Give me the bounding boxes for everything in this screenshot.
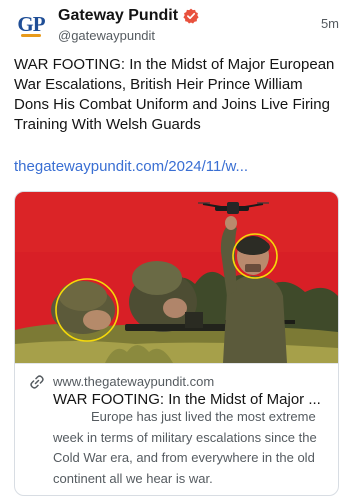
avatar[interactable]: GP <box>14 8 48 42</box>
author-names: Gateway Pundit @gatewaypundit <box>58 6 199 43</box>
post-link[interactable]: thegatewaypundit.com/2024/11/w... <box>14 158 248 175</box>
handle[interactable]: @gatewaypundit <box>58 28 199 43</box>
link-icon <box>30 375 44 389</box>
avatar-logo-text: GP <box>17 11 45 36</box>
display-name-row: Gateway Pundit <box>58 6 199 26</box>
post-text: WAR FOOTING: In the Midst of Major Europ… <box>14 56 335 133</box>
link-preview-domain: www.thegatewaypundit.com <box>53 374 215 389</box>
verified-badge-icon <box>183 8 199 24</box>
display-name[interactable]: Gateway Pundit <box>58 7 178 25</box>
social-post[interactable]: GP Gateway Pundit @gatewaypundit 5m WAR … <box>0 0 353 500</box>
link-preview-card[interactable]: www.thegatewaypundit.com WAR FOOTING: In… <box>14 191 339 496</box>
avatar-logo-underline <box>21 34 41 37</box>
post-timestamp[interactable]: 5m <box>321 16 339 31</box>
link-preview-title[interactable]: WAR FOOTING: In the Midst of Major ... <box>53 391 321 408</box>
link-preview-meta: www.thegatewaypundit.com WAR FOOTING: In… <box>15 363 338 495</box>
link-preview-image[interactable] <box>15 192 338 363</box>
link-preview-description: Europe has just lived the most extreme w… <box>53 409 317 486</box>
post-header: GP Gateway Pundit @gatewaypundit 5m <box>14 6 339 43</box>
